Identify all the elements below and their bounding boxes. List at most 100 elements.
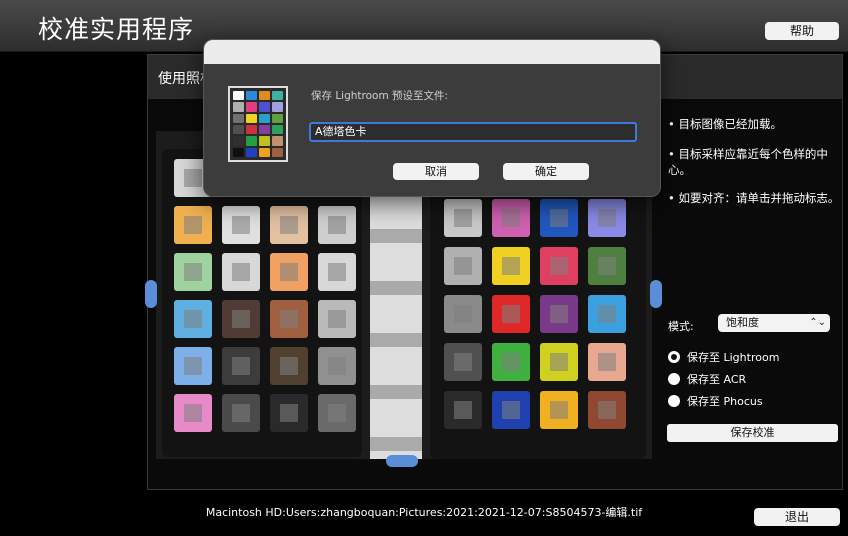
radio-save-lightroom[interactable]: 保存至 Lightroom <box>668 350 779 366</box>
info-align: • 如要对齐：请单击并拖动标志。 <box>668 191 840 205</box>
sample-marker[interactable] <box>598 305 616 323</box>
sample-marker[interactable] <box>598 401 616 419</box>
sample-marker[interactable] <box>280 310 298 328</box>
sample-marker[interactable] <box>232 357 250 375</box>
color-patch <box>492 247 530 285</box>
color-patch <box>444 343 482 381</box>
color-patch <box>222 206 260 244</box>
cancel-button[interactable]: 取消 <box>393 163 479 180</box>
sample-marker[interactable] <box>184 357 202 375</box>
icon-swatch <box>246 91 257 101</box>
sample-marker[interactable] <box>454 209 472 227</box>
sample-marker[interactable] <box>184 404 202 422</box>
color-patch <box>270 253 308 291</box>
sample-marker[interactable] <box>184 216 202 234</box>
sample-marker[interactable] <box>502 353 520 371</box>
color-patch <box>174 206 212 244</box>
color-patch <box>588 295 626 333</box>
sample-marker[interactable] <box>280 216 298 234</box>
sample-marker[interactable] <box>598 353 616 371</box>
color-patch <box>492 199 530 237</box>
icon-swatch <box>233 147 244 157</box>
sample-marker[interactable] <box>550 401 568 419</box>
sample-marker[interactable] <box>280 404 298 422</box>
color-patch <box>540 247 578 285</box>
radio-button[interactable] <box>668 373 680 385</box>
mode-selected-value: 饱和度 <box>726 316 759 329</box>
sample-marker[interactable] <box>550 209 568 227</box>
sample-marker[interactable] <box>232 404 250 422</box>
color-patch <box>222 394 260 432</box>
icon-swatch <box>246 102 257 112</box>
color-patch <box>174 394 212 432</box>
sample-marker[interactable] <box>184 169 202 187</box>
sample-marker[interactable] <box>328 404 346 422</box>
mode-select[interactable]: 饱和度 ⌃⌄ <box>718 314 830 332</box>
icon-swatch <box>233 124 244 135</box>
radio-save-acr[interactable]: 保存至 ACR <box>668 372 746 388</box>
sample-marker[interactable] <box>328 310 346 328</box>
color-patch <box>588 343 626 381</box>
color-patch <box>318 300 356 338</box>
sample-marker[interactable] <box>232 216 250 234</box>
sample-marker[interactable] <box>232 310 250 328</box>
help-button[interactable]: 帮助 <box>765 22 839 40</box>
color-patch <box>444 391 482 429</box>
ok-button[interactable]: 确定 <box>503 163 589 180</box>
quit-button[interactable]: 退出 <box>754 508 840 526</box>
chevron-down-icon[interactable] <box>386 455 418 467</box>
sample-marker[interactable] <box>550 305 568 323</box>
color-checker-right <box>430 191 646 459</box>
color-patch <box>318 253 356 291</box>
sample-marker[interactable] <box>280 263 298 281</box>
dialog-titlebar <box>204 40 660 64</box>
icon-swatch <box>272 124 283 135</box>
sample-marker[interactable] <box>598 257 616 275</box>
sample-marker[interactable] <box>454 401 472 419</box>
sample-marker[interactable] <box>502 257 520 275</box>
up-down-chevron-icon: ⌃⌄ <box>809 317 826 328</box>
sample-marker[interactable] <box>328 263 346 281</box>
sample-marker[interactable] <box>454 353 472 371</box>
color-patch <box>444 199 482 237</box>
icon-swatch <box>246 113 257 123</box>
icon-swatch <box>233 113 244 123</box>
sample-marker[interactable] <box>550 353 568 371</box>
color-patch <box>174 347 212 385</box>
color-patch <box>492 343 530 381</box>
sample-marker[interactable] <box>502 305 520 323</box>
icon-swatch <box>259 136 270 146</box>
preset-name-input[interactable]: A德塔色卡 <box>309 122 637 142</box>
chevron-right-icon[interactable] <box>650 280 662 308</box>
chevron-left-icon[interactable] <box>145 280 157 308</box>
sample-marker[interactable] <box>184 263 202 281</box>
radio-button[interactable] <box>668 395 680 407</box>
mode-label: 模式: <box>668 320 694 333</box>
sample-marker[interactable] <box>454 305 472 323</box>
color-patch <box>270 347 308 385</box>
icon-swatch <box>272 102 283 112</box>
sample-marker[interactable] <box>232 263 250 281</box>
icon-swatch <box>233 136 244 146</box>
sample-marker[interactable] <box>502 401 520 419</box>
sample-marker[interactable] <box>280 357 298 375</box>
sample-marker[interactable] <box>184 310 202 328</box>
color-patch <box>318 394 356 432</box>
sample-marker[interactable] <box>454 257 472 275</box>
color-patch <box>492 391 530 429</box>
sample-marker[interactable] <box>550 257 568 275</box>
icon-swatch <box>246 147 257 157</box>
color-patch <box>270 206 308 244</box>
sample-marker[interactable] <box>328 216 346 234</box>
radio-button[interactable] <box>668 351 680 363</box>
icon-swatch <box>272 136 283 146</box>
sample-marker[interactable] <box>598 209 616 227</box>
color-patch <box>222 253 260 291</box>
dialog-prompt: 保存 Lightroom 预设至文件: <box>311 90 449 102</box>
sample-marker[interactable] <box>502 209 520 227</box>
save-calibration-button[interactable]: 保存校准 <box>667 424 838 442</box>
sample-marker[interactable] <box>328 357 346 375</box>
icon-swatch <box>246 124 257 135</box>
color-patch <box>222 300 260 338</box>
radio-save-phocus[interactable]: 保存至 Phocus <box>668 394 763 410</box>
